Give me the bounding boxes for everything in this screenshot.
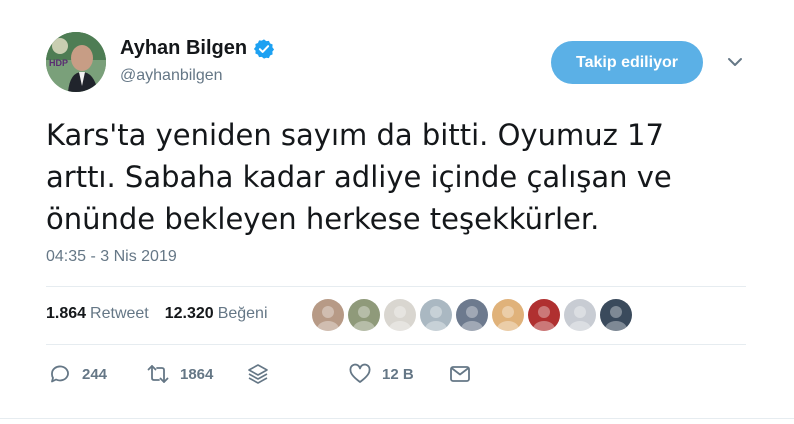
liker-avatar[interactable] — [348, 299, 380, 331]
liker-avatar[interactable] — [312, 299, 344, 331]
liker-avatar[interactable] — [528, 299, 560, 331]
liker-avatar[interactable] — [384, 299, 416, 331]
verified-badge-icon — [253, 38, 275, 59]
liker-avatars — [312, 299, 632, 331]
author-display-name[interactable]: Ayhan Bilgen — [120, 37, 247, 60]
mail-icon — [450, 366, 470, 382]
liker-avatar[interactable] — [564, 299, 596, 331]
tweet-actions: 244 1864 12 B — [46, 360, 746, 388]
avatar-badge-text: HDP — [49, 58, 68, 68]
liker-avatar[interactable] — [456, 299, 488, 331]
direct-message-button[interactable] — [448, 360, 472, 388]
retweet-icon — [147, 365, 169, 383]
like-button[interactable]: 12 B — [348, 360, 414, 388]
tweet-card: HDP Ayhan Bilgen @ayhanbilgen Takip edil… — [0, 0, 794, 424]
reply-count: 244 — [82, 365, 108, 383]
author-name-row: Ayhan Bilgen — [120, 37, 275, 60]
chevron-down-icon[interactable] — [726, 55, 744, 69]
retweet-count[interactable]: 1.864 — [46, 305, 86, 323]
heart-icon — [349, 363, 371, 383]
avatar-photo: HDP — [46, 32, 106, 92]
like-count[interactable]: 12.320 — [165, 305, 214, 323]
following-button[interactable]: Takip ediliyor — [551, 41, 703, 84]
like-action-count: 12 B — [382, 365, 414, 383]
divider — [46, 286, 746, 287]
tweet-text: Kars'ta yeniden sayım da bitti. Oyumuz 1… — [46, 118, 672, 236]
liker-avatar[interactable] — [420, 299, 452, 331]
divider — [0, 418, 794, 419]
tweet-stats: 1.864 Retweet 12.320 Beğeni — [46, 305, 268, 323]
avatar[interactable]: HDP — [46, 32, 106, 92]
liker-avatar[interactable] — [600, 299, 632, 331]
author-handle[interactable]: @ayhanbilgen — [120, 67, 223, 85]
retweet-label[interactable]: Retweet — [90, 305, 149, 323]
layers-button[interactable] — [246, 360, 270, 388]
liker-avatar[interactable] — [492, 299, 524, 331]
layers-icon — [248, 364, 268, 384]
like-label[interactable]: Beğeni — [218, 305, 268, 323]
divider — [46, 344, 746, 345]
reply-icon — [51, 365, 69, 383]
tweet-timestamp[interactable]: 04:35 - 3 Nis 2019 — [46, 248, 177, 266]
retweet-button[interactable]: 1864 — [146, 360, 213, 388]
retweet-action-count: 1864 — [180, 365, 214, 383]
reply-button[interactable]: 244 — [48, 360, 107, 388]
